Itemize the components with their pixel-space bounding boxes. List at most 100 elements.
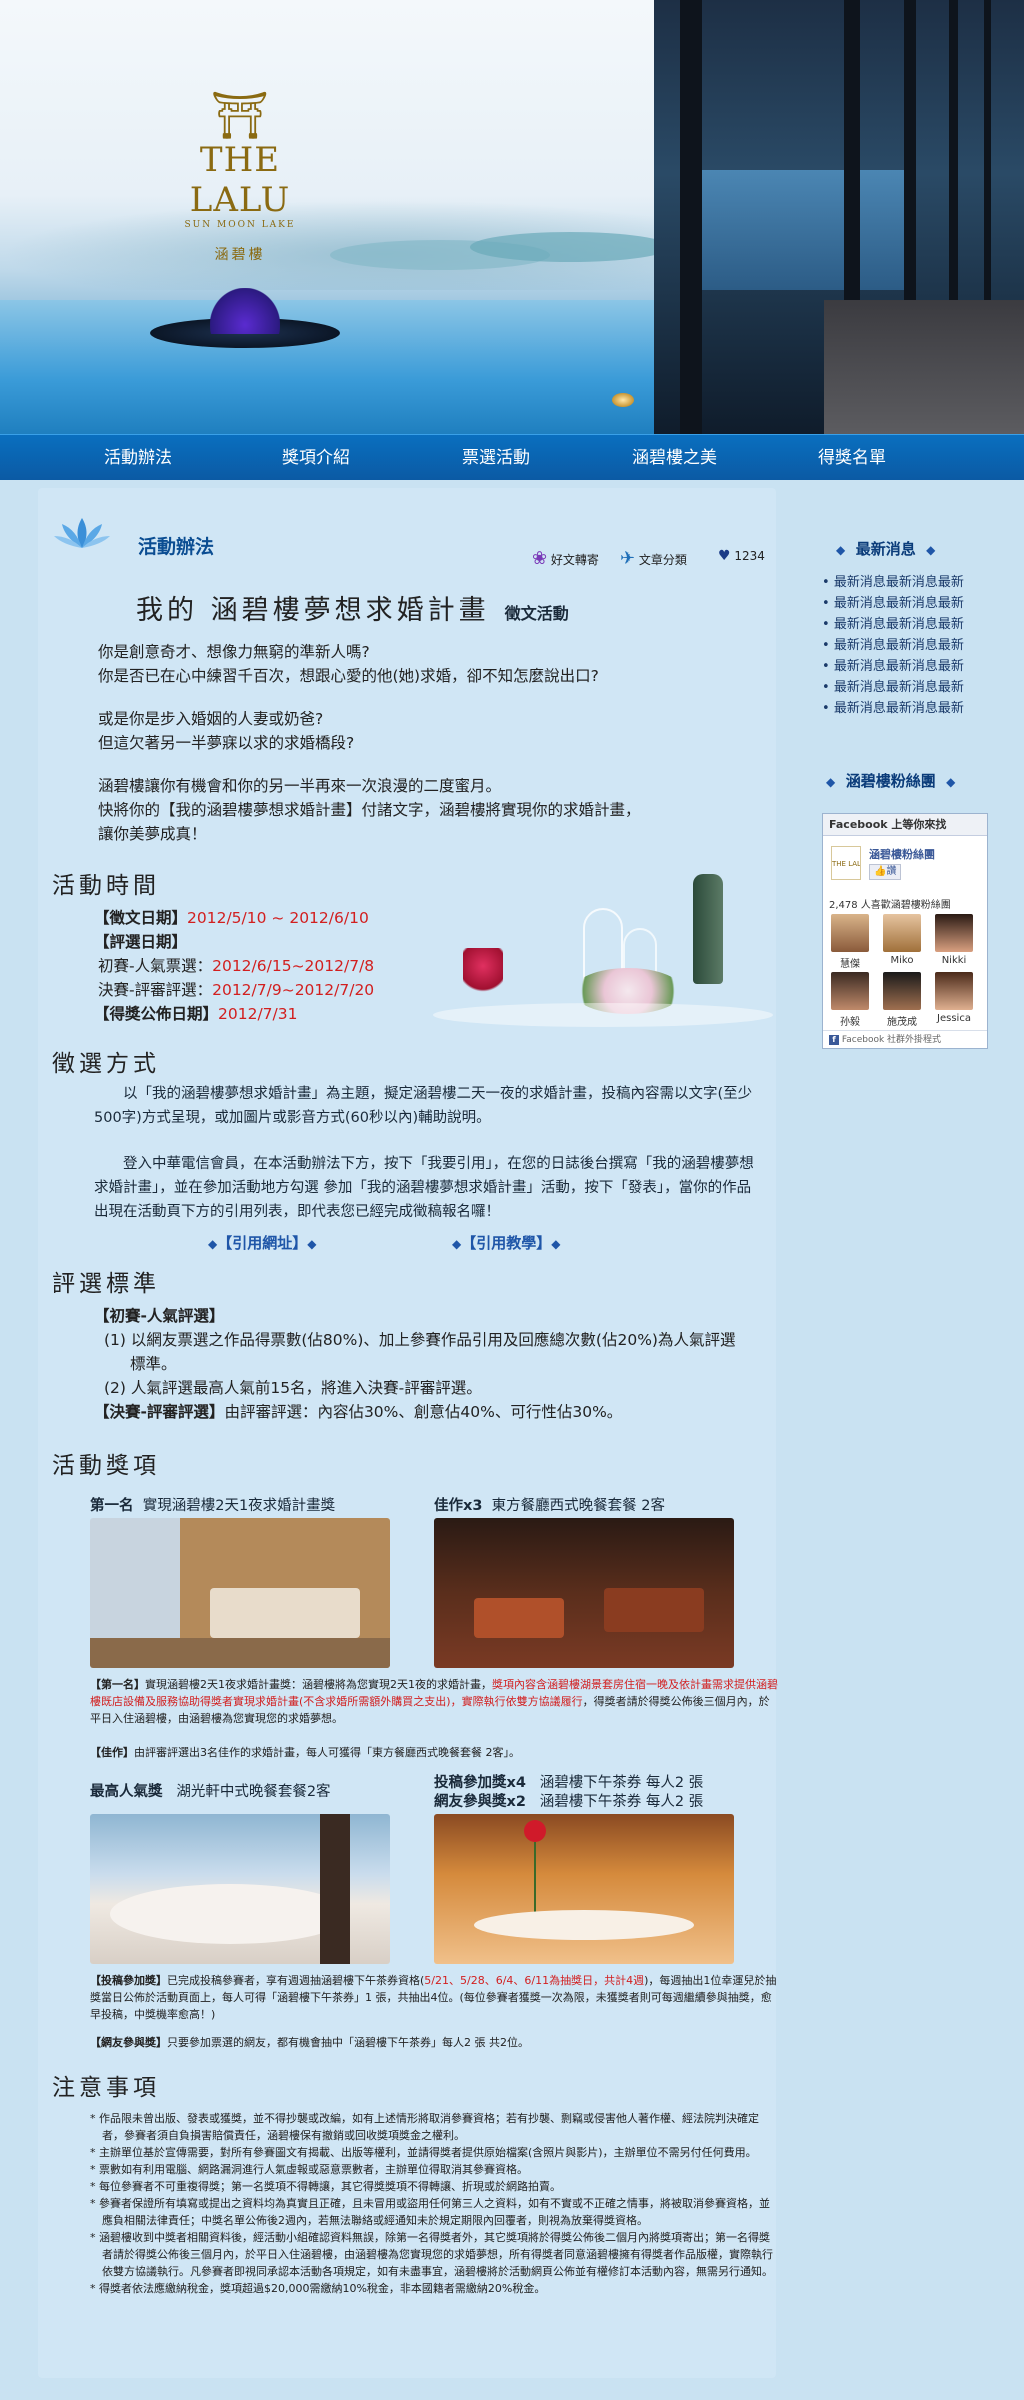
note-item: * 作品限未曾出版、發表或獲獎，並不得抄襲或改編，如有上述情形將取消參賽資格；若… bbox=[90, 2112, 759, 2142]
news-item[interactable]: • 最新消息最新消息最新 bbox=[822, 572, 964, 593]
news-item[interactable]: • 最新消息最新消息最新 bbox=[822, 677, 964, 698]
popular-prize-heading: 最高人氣獎 湖光軒中式晚餐套餐2客 bbox=[90, 1784, 331, 1800]
intro-line: 你是創意奇才、想像力無窮的準新人嗎? bbox=[98, 643, 370, 661]
submit-label: 【徵文日期】 bbox=[94, 909, 188, 927]
afternoon-tea-photo bbox=[434, 1814, 734, 1964]
deck-image bbox=[824, 300, 1024, 434]
fb-fan-name: 孙毅 bbox=[840, 1017, 860, 1028]
diamond-icon: ◆ bbox=[826, 775, 836, 789]
fb-header: Facebook 上等你來找 bbox=[823, 814, 987, 836]
intro-line: 快將你的【我的涵碧樓夢想求婚計畫】付諸文字，涵碧樓將實現你的求婚計畫， bbox=[98, 801, 641, 819]
prelim-date: 初賽-人氣票選：2012/6/15~2012/7/8 bbox=[98, 957, 375, 975]
criteria-final: 【決賽-評審評選】由評審評選：內容佔30%、創意佔40%、可行性佔30%。 bbox=[94, 1403, 623, 1421]
voter-prize-desc: 【網友參與獎】只要參加票選的網友，都有機會抽中「涵碧樓下午茶券」每人2 張 共2… bbox=[90, 2036, 529, 2049]
notes-list: * 作品限未曾出版、發表或獲獎，並不得抄襲或改編，如有上述情形將取消參賽資格；若… bbox=[90, 2110, 780, 2297]
intro-line: 但這欠著另一半夢寐以求的求婚橋段? bbox=[98, 734, 355, 752]
prizes-title: 活動獎項 bbox=[52, 1453, 160, 1479]
voter-prize-heading: 網友參與獎x2 涵碧樓下午茶券 每人2 張 bbox=[434, 1794, 704, 1810]
diamond-icon: ◆ bbox=[926, 543, 936, 557]
method-para2: 登入中華電信會員，在本活動辦法下方，按下「我要引用」，在您的日誌後台撰寫「我的涵… bbox=[94, 1156, 754, 1220]
pagoda-icon: ⛩ bbox=[210, 88, 270, 142]
nav-prizes[interactable]: 獎項介紹 bbox=[282, 435, 350, 481]
avatar[interactable] bbox=[831, 914, 869, 952]
nav-winners[interactable]: 得獎名單 bbox=[818, 435, 886, 481]
note-item: * 主辦單位基於宣傳需要，對所有參賽圖文有揭載、出版等權利，並請得獎者提供原始檔… bbox=[90, 2146, 757, 2159]
nav-lalu-beauty[interactable]: 涵碧樓之美 bbox=[632, 435, 717, 481]
hero-banner: ⛩ THE LALU SUN MOON LAKE 涵碧樓 bbox=[0, 0, 1024, 434]
intro-line: 或是你是步入婚姻的人妻或奶爸? bbox=[98, 710, 324, 728]
heart-icon: ♥ bbox=[718, 548, 731, 564]
note-item: * 每位參賽者不可重複得獎；第一名獎項不得轉讓，其它得獎獎項不得轉讓、折現或於網… bbox=[90, 2180, 561, 2193]
like-counter[interactable]: ♥ 1234 bbox=[718, 548, 765, 564]
news-title: ◆ 最新消息 ◆ bbox=[836, 540, 936, 558]
fb-fan-name: Nikki bbox=[941, 955, 967, 966]
suite-photo bbox=[90, 1518, 390, 1668]
note-item: * 參賽者保證所有填寫或提出之資料均為真實且正確，且未冒用或盜用任何第三人之資料… bbox=[90, 2197, 770, 2227]
diamond-icon: ◆ bbox=[208, 1237, 218, 1251]
diamond-icon: ◆ bbox=[307, 1237, 317, 1251]
avatar[interactable] bbox=[883, 972, 921, 1010]
headline: 我的 涵碧樓夢想求婚計畫 徵文活動 bbox=[136, 588, 569, 627]
citation-url-link[interactable]: ◆【引用網址】◆ bbox=[208, 1232, 316, 1253]
news-item[interactable]: • 最新消息最新消息最新 bbox=[822, 656, 964, 677]
logo-brand: THE LALU bbox=[189, 140, 291, 220]
note-item: * 涵碧樓收到中獎者相關資料後，經活動小組確認資料無誤，除第一名得獎者外，其它獎… bbox=[90, 2231, 773, 2278]
news-item[interactable]: • 最新消息最新消息最新 bbox=[822, 635, 964, 656]
submit-prize-heading: 投稿參加獎x4 涵碧樓下午茶券 每人2 張 bbox=[434, 1775, 704, 1791]
restaurant-photo bbox=[434, 1518, 734, 1668]
lakeview-dining-photo bbox=[90, 1814, 390, 1964]
nav-voting[interactable]: 票選活動 bbox=[462, 435, 530, 481]
criteria-prelim-head: 【初賽-人氣評選】 bbox=[94, 1307, 225, 1325]
note-item: * 得獎者依法應繳納稅金，獎項超過$20,000需繳納10%稅金，非本國籍者需繳… bbox=[90, 2282, 546, 2295]
facebook-icon: f bbox=[829, 1035, 839, 1045]
fans-title: ◆ 涵碧樓粉絲團 ◆ bbox=[826, 772, 956, 790]
lotus-icon bbox=[52, 514, 112, 554]
method-title: 徵選方式 bbox=[52, 1051, 160, 1077]
submit-prize-desc: 【投稿參加獎】已完成投稿參賽者，享有週週抽涵碧樓下午茶券資格(5/21、5/28… bbox=[90, 1974, 777, 2021]
fb-fan-name: Miko bbox=[890, 955, 914, 966]
category-label: 文章分類 bbox=[638, 553, 687, 567]
avatar[interactable] bbox=[935, 972, 973, 1010]
announce-date: 【得獎公佈日期】2012/7/31 bbox=[94, 1005, 298, 1023]
share-button[interactable]: ❀ 好文轉寄 bbox=[532, 548, 599, 569]
flower-icon: ❀ bbox=[532, 548, 548, 569]
category-button[interactable]: ✈ 文章分類 bbox=[620, 548, 687, 569]
diamond-icon: ◆ bbox=[452, 1237, 462, 1251]
note-item: * 票數如有利用電腦、網路漏洞進行人氣虛報或惡意票數者，主辦單位得取消其參賽資格… bbox=[90, 2163, 528, 2176]
share-label: 好文轉寄 bbox=[550, 553, 599, 567]
news-item[interactable]: • 最新消息最新消息最新 bbox=[822, 614, 964, 635]
avatar[interactable] bbox=[883, 914, 921, 952]
fb-page-link[interactable]: 涵碧樓粉絲團 bbox=[869, 846, 935, 862]
flowers-wine-image bbox=[433, 868, 773, 1038]
bird-icon: ✈ bbox=[620, 548, 636, 569]
main-content: 活動辦法 ❀ 好文轉寄 ✈ 文章分類 ♥ 1234 我的 涵碧樓夢想求婚計畫 徵… bbox=[38, 488, 778, 2378]
fb-fan-name: 慧傑 bbox=[840, 959, 860, 970]
nav-activity-rules[interactable]: 活動辦法 bbox=[104, 435, 172, 481]
like-count: 1234 bbox=[734, 549, 765, 563]
fb-page-logo: THE LALU bbox=[831, 846, 861, 880]
intro-line: 你是否已在心中練習千百次，想跟心愛的他(她)求婚，卻不知怎麼說出口? bbox=[98, 667, 599, 685]
diamond-icon: ◆ bbox=[946, 775, 956, 789]
headline-main: 我的 涵碧樓夢想求婚計畫 bbox=[136, 595, 490, 626]
lotus-icon bbox=[210, 288, 280, 334]
criteria-title: 評選標準 bbox=[52, 1271, 160, 1297]
facebook-widget: Facebook 上等你來找 THE LALU 涵碧樓粉絲團 👍讚 2,478 … bbox=[822, 813, 988, 1049]
submit-date-value: 2012/5/10 ~ 2012/6/10 bbox=[187, 909, 369, 927]
intro-line: 讓你美夢成真！ bbox=[98, 825, 207, 843]
news-item[interactable]: • 最新消息最新消息最新 bbox=[822, 698, 964, 719]
avatar[interactable] bbox=[831, 972, 869, 1010]
news-item[interactable]: • 最新消息最新消息最新 bbox=[822, 593, 964, 614]
logo-chinese: 涵碧樓 bbox=[214, 247, 266, 263]
schedule-title: 活動時間 bbox=[52, 873, 160, 899]
merit-prize-heading: 佳作x3 東方餐廳西式晚餐套餐 2客 bbox=[434, 1498, 666, 1514]
diamond-icon: ◆ bbox=[551, 1237, 561, 1251]
method-para1: 以「我的涵碧樓夢想求婚計畫」為主題，擬定涵碧樓二天一夜的求婚計畫，投稿內容需以文… bbox=[94, 1086, 753, 1126]
pool-image bbox=[0, 300, 760, 434]
avatar[interactable] bbox=[935, 914, 973, 952]
fb-like-button[interactable]: 👍讚 bbox=[869, 864, 902, 880]
final-date: 決賽-評審評選：2012/7/9~2012/7/20 bbox=[98, 981, 375, 999]
mountain-shape bbox=[470, 232, 670, 262]
citation-tutorial-link[interactable]: ◆【引用教學】◆ bbox=[452, 1232, 560, 1253]
diamond-icon: ◆ bbox=[836, 543, 846, 557]
submit-date: 【徵文日期】2012/5/10 ~ 2012/6/10 bbox=[94, 906, 369, 930]
